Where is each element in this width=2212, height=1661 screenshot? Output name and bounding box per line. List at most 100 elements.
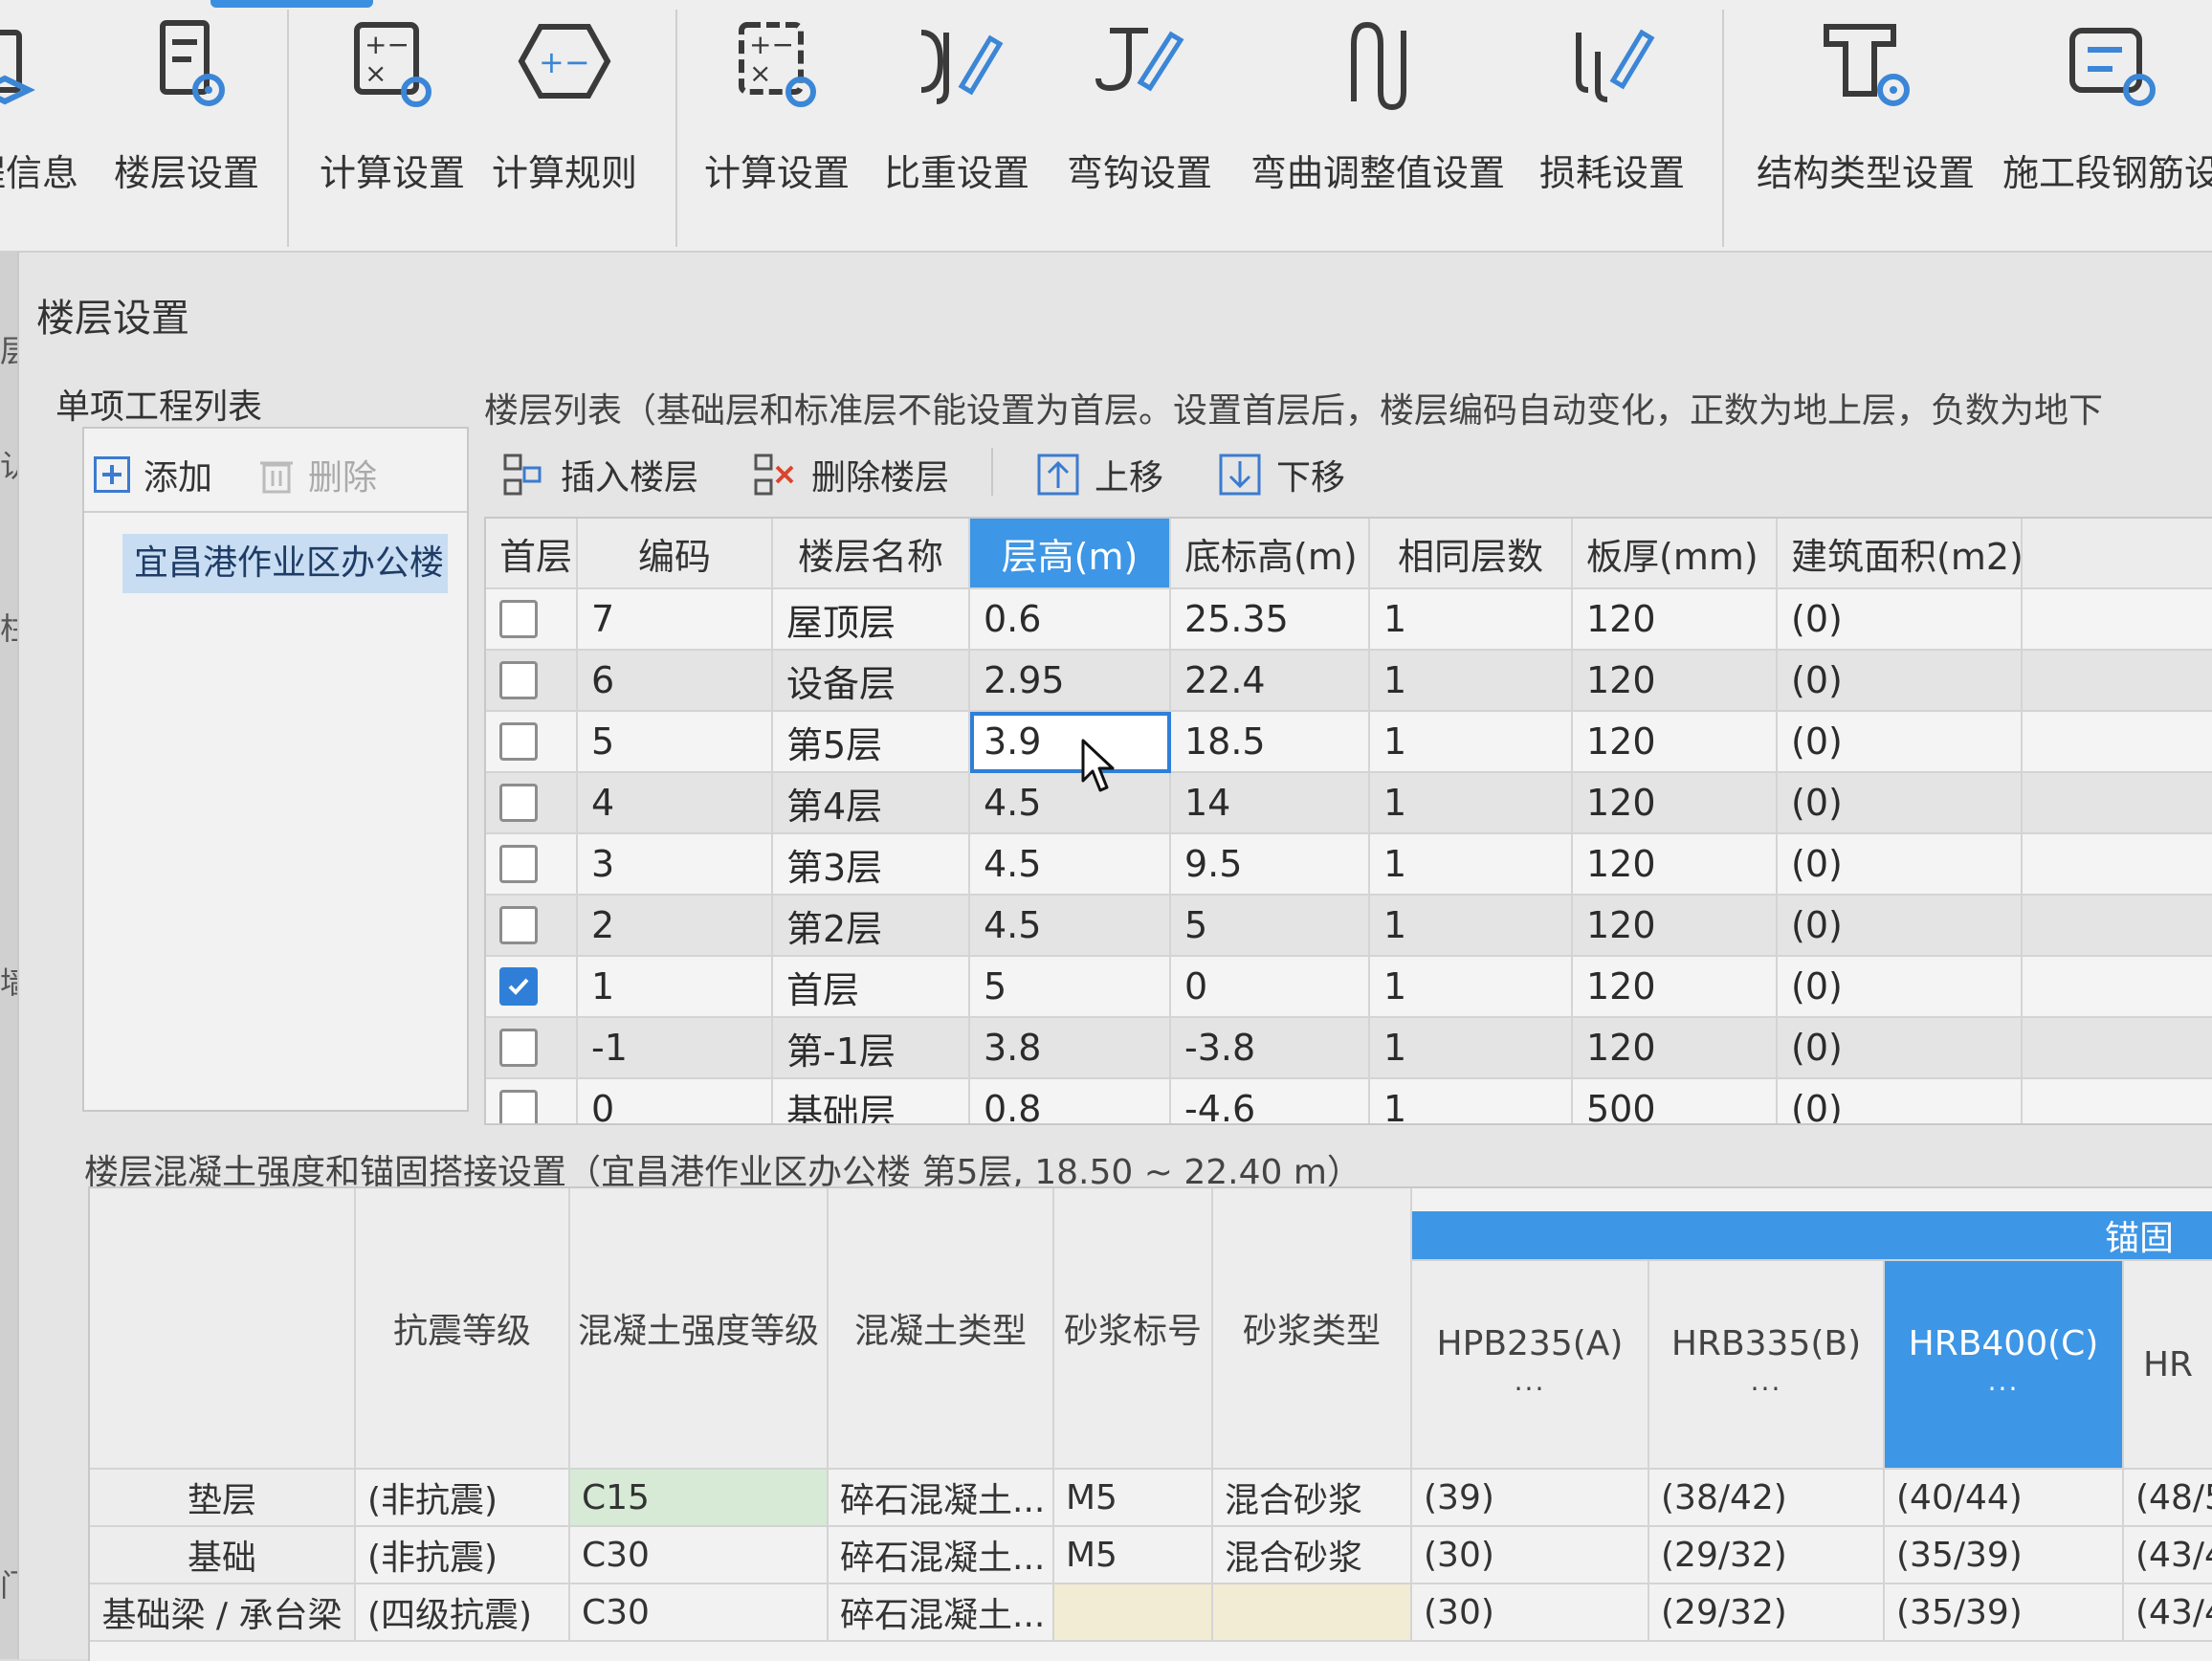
concrete-c-cell[interactable]: (35/39) — [1885, 1584, 2124, 1642]
column-header-hpb235[interactable]: HPB235(A) ··· — [1412, 1261, 1649, 1470]
floor-slab-cell[interactable]: 120 — [1573, 1018, 1778, 1079]
first-floor-checkbox-cell[interactable] — [486, 651, 578, 712]
floor-code-cell[interactable]: 5 — [578, 712, 773, 773]
move-down-button[interactable]: 下移 — [1217, 450, 1345, 499]
floor-area-cell[interactable]: (0) — [1778, 834, 2023, 896]
concrete-mtype-cell[interactable]: 混合砂浆 — [1213, 1527, 1412, 1584]
floor-same-cell[interactable]: 1 — [1370, 1079, 1573, 1123]
floor-row[interactable]: 0 基础层 0.8 -4.6 1 500 (0) — [486, 1079, 2212, 1123]
floor-height-cell[interactable]: 2.95 — [970, 651, 1171, 712]
floor-same-cell[interactable]: 1 — [1370, 712, 1573, 773]
floor-row[interactable]: 6 设备层 2.95 22.4 1 120 (0) — [486, 651, 2212, 712]
first-floor-checkbox-cell[interactable] — [486, 712, 578, 773]
calc-settings-2-button[interactable]: +− × 计算设置 — [691, 13, 863, 205]
density-settings-button[interactable]: 比重设置 — [871, 13, 1043, 205]
floor-base-cell[interactable]: 22.4 — [1171, 651, 1370, 712]
floor-name-cell[interactable]: 第2层 — [773, 896, 970, 957]
floor-code-cell[interactable]: 2 — [578, 896, 773, 957]
concrete-a-cell[interactable]: (30) — [1412, 1584, 1649, 1642]
floor-base-cell[interactable]: 14 — [1171, 773, 1370, 834]
floor-row[interactable]: 4 第4层 4.5 14 1 120 (0) — [486, 773, 2212, 834]
concrete-a-cell[interactable]: (30) — [1412, 1527, 1649, 1584]
floor-slab-cell[interactable]: 120 — [1573, 712, 1778, 773]
floor-code-cell[interactable]: 4 — [578, 773, 773, 834]
floor-code-cell[interactable]: 0 — [578, 1079, 773, 1123]
concrete-d-cell[interactable]: (48/5 — [2124, 1470, 2212, 1527]
column-header-slab-thickness[interactable]: 板厚(mm) — [1573, 519, 1778, 589]
floor-height-cell[interactable]: 3.8 — [970, 1018, 1171, 1079]
concrete-grade-cell[interactable]: C30 — [570, 1527, 829, 1584]
column-header-concrete-type[interactable]: 混凝土类型 — [829, 1188, 1054, 1470]
floor-name-cell[interactable]: 设备层 — [773, 651, 970, 712]
floor-same-cell[interactable]: 1 — [1370, 1018, 1573, 1079]
calc-settings-button[interactable]: +− × 计算设置 — [306, 13, 478, 205]
concrete-mtype-cell[interactable] — [1213, 1584, 1412, 1642]
delete-project-button[interactable]: 删除 — [258, 450, 377, 499]
project-list-item[interactable]: 宜昌港作业区办公楼 — [122, 534, 448, 593]
concrete-c-cell[interactable]: (35/39) — [1885, 1527, 2124, 1584]
column-header-code[interactable]: 编码 — [578, 519, 773, 589]
floor-height-cell[interactable]: 5 — [970, 957, 1171, 1018]
concrete-c-cell[interactable]: (40/44) — [1885, 1470, 2124, 1527]
concrete-d-cell[interactable]: (43/4 — [2124, 1584, 2212, 1642]
checkbox-icon[interactable] — [499, 784, 538, 822]
column-header-same-floors[interactable]: 相同层数 — [1370, 519, 1573, 589]
column-header-mortar-type[interactable]: 砂浆类型 — [1213, 1188, 1412, 1470]
calc-rules-button[interactable]: +− 计算规则 — [478, 13, 651, 205]
project-info-button[interactable]: 程信息 — [0, 13, 86, 205]
floor-same-cell[interactable]: 1 — [1370, 834, 1573, 896]
floor-area-cell[interactable]: (0) — [1778, 773, 2023, 834]
floor-area-cell[interactable]: (0) — [1778, 589, 2023, 651]
floor-same-cell[interactable]: 1 — [1370, 957, 1573, 1018]
floor-slab-cell[interactable]: 120 — [1573, 834, 1778, 896]
floor-row[interactable]: 2 第2层 4.5 5 1 120 (0) — [486, 896, 2212, 957]
floor-base-cell[interactable]: 25.35 — [1171, 589, 1370, 651]
floor-base-cell[interactable]: -3.8 — [1171, 1018, 1370, 1079]
first-floor-checkbox-cell[interactable] — [486, 1018, 578, 1079]
column-header-base-elevation[interactable]: 底标高(m) — [1171, 519, 1370, 589]
concrete-grade-cell[interactable]: C15 — [570, 1470, 829, 1527]
floor-same-cell[interactable]: 1 — [1370, 773, 1573, 834]
floor-row[interactable]: 3 第3层 4.5 9.5 1 120 (0) — [486, 834, 2212, 896]
delete-floor-button[interactable]: 删除楼层 — [752, 450, 949, 499]
floor-slab-cell[interactable]: 120 — [1573, 957, 1778, 1018]
floor-height-cell[interactable]: 4.5 — [970, 896, 1171, 957]
first-floor-checkbox-cell[interactable] — [486, 896, 578, 957]
checkbox-icon[interactable] — [499, 845, 538, 883]
floor-height-cell[interactable]: 4.5 — [970, 773, 1171, 834]
floor-height-cell[interactable]: 0.6 — [970, 589, 1171, 651]
checkbox-icon[interactable] — [499, 600, 538, 638]
first-floor-checkbox-cell[interactable] — [486, 957, 578, 1018]
floor-name-cell[interactable]: 屋顶层 — [773, 589, 970, 651]
checkbox-icon[interactable] — [499, 906, 538, 944]
floor-name-cell[interactable]: 第4层 — [773, 773, 970, 834]
floor-same-cell[interactable]: 1 — [1370, 896, 1573, 957]
column-header-hrb335[interactable]: HRB335(B) ··· — [1649, 1261, 1885, 1470]
floor-code-cell[interactable]: 6 — [578, 651, 773, 712]
floor-slab-cell[interactable]: 120 — [1573, 651, 1778, 712]
column-header-building-area[interactable]: 建筑面积(m2) — [1778, 519, 2023, 589]
checkbox-icon[interactable] — [499, 722, 538, 761]
concrete-a-cell[interactable]: (39) — [1412, 1470, 1649, 1527]
concrete-seismic-cell[interactable]: (非抗震) — [356, 1527, 570, 1584]
floor-code-cell[interactable]: 7 — [578, 589, 773, 651]
concrete-seismic-cell[interactable]: (非抗震) — [356, 1470, 570, 1527]
checkbox-icon[interactable] — [499, 661, 538, 699]
floor-slab-cell[interactable]: 120 — [1573, 589, 1778, 651]
floor-area-cell[interactable]: (0) — [1778, 957, 2023, 1018]
first-floor-checkbox-cell[interactable] — [486, 773, 578, 834]
floor-name-cell[interactable]: 第3层 — [773, 834, 970, 896]
floor-code-cell[interactable]: -1 — [578, 1018, 773, 1079]
concrete-grade-cell[interactable]: C30 — [570, 1584, 829, 1642]
floor-base-cell[interactable]: 0 — [1171, 957, 1370, 1018]
concrete-mortar-cell[interactable] — [1054, 1584, 1213, 1642]
floor-name-cell[interactable]: 首层 — [773, 957, 970, 1018]
floor-height-cell[interactable]: 3.9 — [970, 712, 1171, 773]
first-floor-checkbox-cell[interactable] — [486, 589, 578, 651]
bend-adjust-button[interactable]: 弯曲调整值设置 — [1244, 13, 1512, 205]
checkbox-icon[interactable] — [499, 1029, 538, 1067]
first-floor-checkbox-cell[interactable] — [486, 834, 578, 896]
floor-area-cell[interactable]: (0) — [1778, 1079, 2023, 1123]
floor-slab-cell[interactable]: 120 — [1573, 896, 1778, 957]
floor-height-cell[interactable]: 0.8 — [970, 1079, 1171, 1123]
